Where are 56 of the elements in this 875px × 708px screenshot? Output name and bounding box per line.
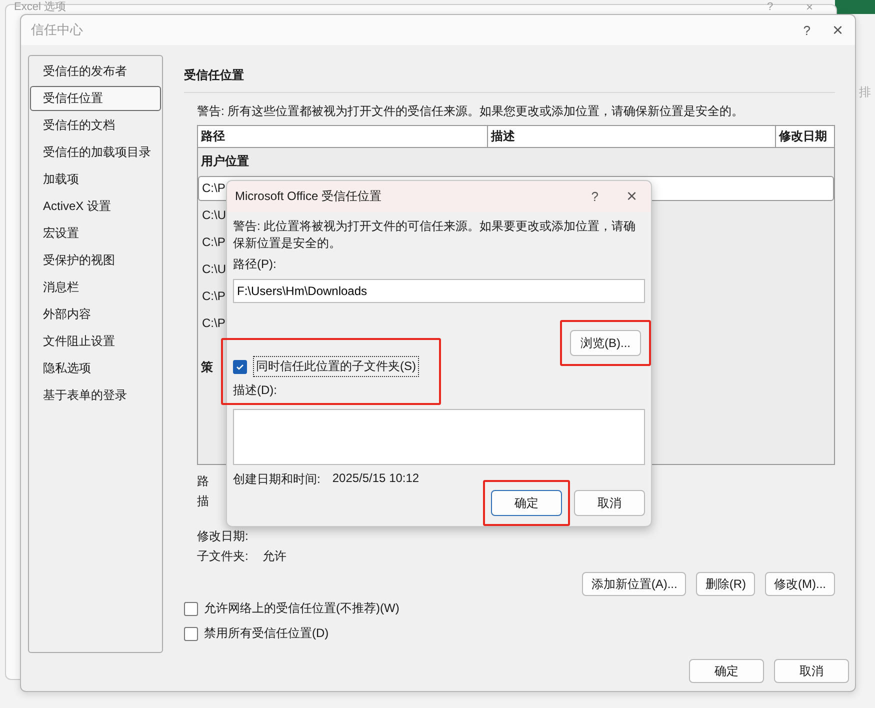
close-button[interactable]: ×: [832, 20, 843, 40]
browse-button[interactable]: 浏览(B)...: [570, 330, 641, 356]
sidebar-item[interactable]: 隐私选项: [30, 356, 161, 381]
help-button[interactable]: ?: [803, 22, 810, 38]
sidebar-item[interactable]: 宏设置: [30, 221, 161, 246]
checkbox-label: 同时信任此位置的子文件夹(S): [253, 356, 419, 377]
dialog-title: Microsoft Office 受信任位置: [235, 188, 382, 205]
check-icon: [235, 362, 245, 372]
checkbox[interactable]: [184, 626, 198, 640]
column-header[interactable]: 路径: [198, 126, 488, 147]
description-field[interactable]: [233, 409, 645, 465]
detail-label: 修改日期:: [197, 528, 248, 545]
ok-button[interactable]: 确定: [491, 490, 562, 516]
sidebar-item[interactable]: 受信任的发布者: [30, 59, 161, 84]
checkbox[interactable]: [233, 360, 247, 374]
sidebar-item[interactable]: 受信任的文档: [30, 113, 161, 138]
cancel-button[interactable]: 取消: [574, 490, 645, 516]
path-field[interactable]: F:\Users\Hm\Downloads: [233, 279, 645, 303]
detail-label: 路: [197, 473, 209, 490]
sidebar-item[interactable]: ActiveX 设置: [30, 194, 161, 219]
group-heading: 策: [200, 359, 214, 376]
action-button[interactable]: 修改(M)...: [765, 572, 835, 596]
column-header[interactable]: 描述: [488, 126, 776, 147]
action-button[interactable]: 删除(R): [696, 572, 755, 596]
action-button[interactable]: 添加新位置(A)...: [582, 572, 686, 596]
section-title: 受信任位置: [184, 67, 245, 84]
sidebar-item[interactable]: 文件阻止设置: [30, 329, 161, 354]
side-text: 排: [859, 84, 871, 101]
detail-label: 子文件夹:: [197, 548, 248, 565]
checkbox[interactable]: [184, 602, 198, 616]
sidebar-item[interactable]: 基于表单的登录: [30, 383, 161, 408]
field-label: 描述(D):: [233, 382, 278, 399]
window-title: 信任中心: [31, 21, 84, 39]
dialog-button[interactable]: 确定: [689, 659, 764, 683]
close-button[interactable]: ×: [626, 186, 637, 207]
warning-text: 警告: 所有这些位置都被视为打开文件的受信任来源。如果您更改或添加位置，请确保新位置是安全的。: [196, 103, 745, 120]
field-label: 路径(P):: [233, 256, 278, 273]
checkbox-label: 禁用所有受信任位置(D): [204, 625, 329, 642]
window-title: Excel 选项: [14, 1, 66, 13]
app-header-strip: [835, 0, 875, 14]
sidebar-item[interactable]: 加载项: [30, 167, 161, 192]
sidebar-item[interactable]: 外部内容: [30, 302, 161, 327]
dialog-button[interactable]: 取消: [774, 659, 849, 683]
detail-value: 2025/5/15 10:12: [332, 471, 420, 487]
checkbox-label: 允许网络上的受信任位置(不推荐)(W): [204, 600, 400, 617]
detail-label: 描: [197, 493, 209, 510]
column-header[interactable]: 修改日期: [776, 126, 834, 147]
sidebar-item[interactable]: 受信任的加载项目录: [30, 140, 161, 165]
sidebar-item[interactable]: 受保护的视图: [30, 248, 161, 273]
help-button[interactable]: ?: [591, 189, 598, 204]
sidebar-item[interactable]: 受信任位置: [30, 86, 161, 111]
sidebar-item[interactable]: 消息栏: [30, 275, 161, 300]
detail-label: 创建日期和时间:: [233, 471, 320, 488]
detail-value: 允许: [262, 548, 286, 565]
warning-text: 警告: 此位置将被视为打开文件的可信任来源。如果要更改或添加位置，请确保新位置是安全的。: [233, 218, 637, 252]
group-heading: 用户位置: [200, 153, 250, 170]
